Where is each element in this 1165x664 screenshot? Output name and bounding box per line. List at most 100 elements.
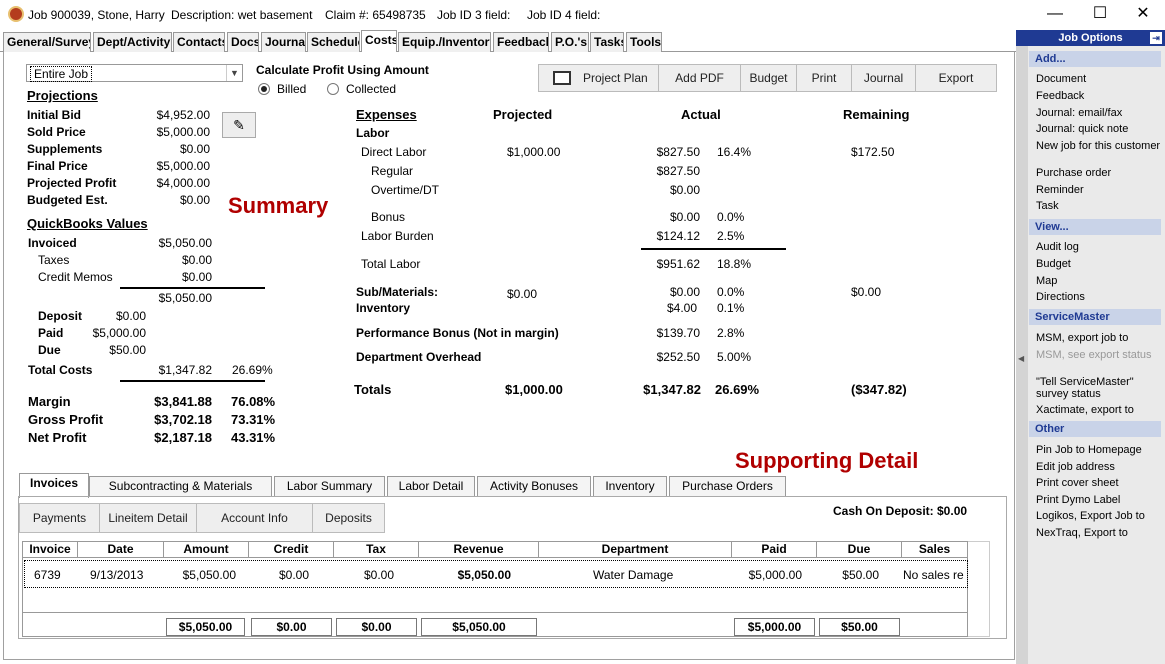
- regular-label: Regular: [371, 164, 414, 178]
- sold-price-value: $5,000.00: [156, 125, 210, 139]
- view-section-header[interactable]: View...: [1029, 219, 1161, 235]
- edit-address-link[interactable]: Edit job address: [1036, 461, 1164, 473]
- divider: [641, 248, 786, 250]
- deposits-button[interactable]: Deposits: [313, 504, 384, 532]
- print-dymo-link[interactable]: Print Dymo Label: [1036, 494, 1164, 506]
- billed-radio[interactable]: [258, 83, 270, 95]
- project-plan-button[interactable]: Project Plan: [539, 65, 659, 91]
- msm-export-link[interactable]: MSM, export job to: [1036, 332, 1164, 344]
- tab-labor-summary[interactable]: Labor Summary: [274, 476, 385, 497]
- col-credit[interactable]: Credit: [249, 542, 334, 558]
- supplements-label: Supplements: [27, 142, 103, 156]
- job-scope-select[interactable]: Entire Job ▼: [26, 64, 243, 82]
- totals-actual: $1,347.82: [643, 382, 701, 397]
- add-new-job-link[interactable]: New job for this customer: [1036, 140, 1164, 152]
- tab-feedback[interactable]: Feedback: [493, 32, 549, 52]
- tab-schedule[interactable]: Schedule: [307, 32, 360, 52]
- tab-labor-detail[interactable]: Labor Detail: [387, 476, 475, 497]
- invoice-number: 6739: [34, 568, 61, 582]
- add-pdf-button[interactable]: Add PDF: [659, 65, 741, 91]
- view-directions-link[interactable]: Directions: [1036, 291, 1164, 303]
- invoice-sales: No sales re: [903, 568, 964, 582]
- nextraq-export-link[interactable]: NexTraq, Export to: [1036, 527, 1164, 539]
- tab-contacts[interactable]: Contacts: [173, 32, 225, 52]
- inventory-label: Inventory: [356, 301, 411, 315]
- tell-servicemaster-link[interactable]: "Tell ServiceMaster" survey status: [1036, 376, 1164, 400]
- view-map-link[interactable]: Map: [1036, 275, 1164, 287]
- col-amount[interactable]: Amount: [164, 542, 249, 558]
- collected-radio[interactable]: [327, 83, 339, 95]
- tab-inventory[interactable]: Inventory: [593, 476, 667, 497]
- col-due[interactable]: Due: [817, 542, 902, 558]
- sub-materials-projected: $0.00: [507, 287, 538, 301]
- col-tax[interactable]: Tax: [334, 542, 419, 558]
- tab-tasks[interactable]: Tasks: [590, 32, 624, 52]
- job-scope-value: Entire Job: [30, 66, 93, 82]
- tab-costs[interactable]: Costs: [361, 30, 397, 53]
- tab-subcontracting-materials[interactable]: Subcontracting & Materials: [89, 476, 272, 497]
- pencil-icon: ✎: [233, 117, 245, 133]
- sub-materials-actual: $0.00: [669, 285, 700, 299]
- final-price-value: $5,000.00: [156, 159, 210, 173]
- tab-docs[interactable]: Docs: [227, 32, 259, 52]
- journal-button[interactable]: Journal: [852, 65, 916, 91]
- xactimate-export-link[interactable]: Xactimate, export to: [1036, 404, 1164, 416]
- logikos-export-link[interactable]: Logikos, Export Job to: [1036, 510, 1164, 522]
- tab-general-survey[interactable]: General/Survey: [3, 32, 91, 52]
- budget-button[interactable]: Budget: [741, 65, 797, 91]
- col-department[interactable]: Department: [539, 542, 732, 558]
- cash-on-deposit: Cash On Deposit: $0.00: [833, 504, 968, 518]
- lineitem-detail-button[interactable]: Lineitem Detail: [100, 504, 197, 532]
- add-purchase-order-link[interactable]: Purchase order: [1036, 167, 1164, 179]
- export-button[interactable]: Export: [916, 65, 996, 91]
- col-date[interactable]: Date: [78, 542, 164, 558]
- invoices-grid: Invoice Date Amount Credit Tax Revenue D…: [22, 541, 968, 637]
- invoice-date: 9/13/2013: [90, 568, 144, 582]
- tab-pos[interactable]: P.O.'s: [551, 32, 589, 52]
- tab-tools[interactable]: Tools: [626, 32, 662, 52]
- quickbooks-heading: QuickBooks Values: [27, 216, 148, 231]
- add-section-header[interactable]: Add...: [1029, 51, 1161, 67]
- servicemaster-section-header[interactable]: ServiceMaster: [1029, 309, 1161, 325]
- projected-profit-label: Projected Profit: [27, 176, 117, 190]
- print-cover-link[interactable]: Print cover sheet: [1036, 477, 1164, 489]
- tab-activity-bonuses[interactable]: Activity Bonuses: [477, 476, 591, 497]
- col-sales[interactable]: Sales: [902, 542, 968, 558]
- account-info-button[interactable]: Account Info: [197, 504, 313, 532]
- view-audit-log-link[interactable]: Audit log: [1036, 241, 1164, 253]
- panel-splitter[interactable]: ◀: [1016, 46, 1028, 664]
- maximize-button[interactable]: ☐: [1085, 4, 1115, 26]
- print-button[interactable]: Print: [797, 65, 852, 91]
- col-paid[interactable]: Paid: [732, 542, 817, 558]
- add-journal-note-link[interactable]: Journal: quick note: [1036, 123, 1164, 135]
- tab-journal[interactable]: Journal: [261, 32, 306, 52]
- col-invoice[interactable]: Invoice: [23, 542, 78, 558]
- pin-job-link[interactable]: Pin Job to Homepage: [1036, 444, 1164, 456]
- supporting-detail-annotation: Supporting Detail: [735, 448, 919, 473]
- main-tab-bar: General/Survey Dept/Activity Contacts Do…: [0, 30, 1016, 53]
- add-document-link[interactable]: Document: [1036, 73, 1164, 85]
- close-button[interactable]: ✕: [1128, 4, 1158, 26]
- tab-purchase-orders[interactable]: Purchase Orders: [669, 476, 786, 497]
- other-section-header[interactable]: Other: [1029, 421, 1161, 437]
- collected-label: Collected: [346, 82, 397, 96]
- view-budget-link[interactable]: Budget: [1036, 258, 1164, 270]
- add-task-link[interactable]: Task: [1036, 200, 1164, 212]
- dept-overhead-pct: 5.00%: [717, 350, 752, 364]
- edit-projections-button[interactable]: ✎: [222, 112, 256, 138]
- grid-scrollbar[interactable]: [968, 541, 990, 637]
- invoice-department: Water Damage: [593, 568, 674, 582]
- add-feedback-link[interactable]: Feedback: [1036, 90, 1164, 102]
- tab-dept-activity[interactable]: Dept/Activity: [93, 32, 172, 52]
- tab-invoices[interactable]: Invoices: [19, 473, 89, 498]
- minimize-button[interactable]: —: [1040, 4, 1070, 26]
- add-journal-email-link[interactable]: Journal: email/fax: [1036, 107, 1164, 119]
- tab-equip-inventory[interactable]: Equip./Inventory: [398, 32, 491, 52]
- payments-button[interactable]: Payments: [20, 504, 100, 532]
- pin-icon[interactable]: ⇥: [1150, 32, 1162, 44]
- claim-number: Claim #: 65498735: [325, 8, 426, 22]
- col-revenue[interactable]: Revenue: [419, 542, 539, 558]
- gross-profit-label: Gross Profit: [28, 412, 104, 427]
- add-reminder-link[interactable]: Reminder: [1036, 184, 1164, 196]
- perf-bonus-actual: $139.70: [656, 326, 700, 340]
